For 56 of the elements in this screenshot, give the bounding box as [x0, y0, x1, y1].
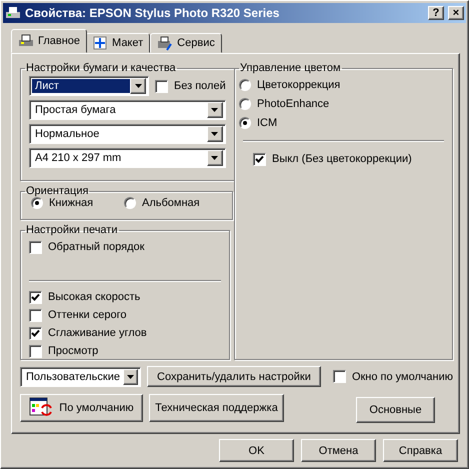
checkbox[interactable] [29, 308, 42, 322]
radio-label: Цветокоррекция [257, 79, 340, 91]
window-title: Свойства: EPSON Stylus Photo R320 Series [25, 6, 280, 20]
dropdown[interactable]: A4 210 x 297 mm [29, 148, 226, 168]
dialog-button[interactable]: Справка [383, 439, 458, 462]
dropdown-arrow-icon [211, 156, 218, 160]
checkbox[interactable] [29, 240, 42, 254]
radio-button[interactable] [124, 197, 136, 210]
checkbox[interactable] [332, 370, 346, 383]
group-title: Настройки печати [25, 224, 118, 236]
save-settings-button[interactable]: Сохранить/удалить настройки [147, 366, 321, 387]
tab[interactable]: Макет [85, 33, 150, 53]
radio-label: ICM [257, 117, 278, 129]
radio-button[interactable] [31, 197, 43, 210]
dropdown-arrow-icon [211, 108, 218, 112]
dropdown[interactable]: Лист [29, 76, 149, 96]
checkbox-label: Сглаживание углов [48, 327, 147, 339]
basic-button[interactable]: Основные [356, 397, 435, 423]
checkbox-label: Обратный порядок [48, 241, 144, 253]
checkbox-label: Оттенки серого [48, 309, 126, 321]
checkbox[interactable] [155, 80, 168, 92]
dropdown-arrow-icon [126, 374, 134, 378]
radio-label: Альбомная [142, 197, 200, 210]
printer-icon [18, 33, 34, 49]
checkbox-label: Окно по умолчанию [352, 370, 453, 382]
checkbox-label: Высокая скорость [48, 291, 140, 303]
checkbox-label: Просмотр [48, 345, 98, 357]
checkbox-label: Выкл (Без цветокоррекции) [272, 153, 412, 165]
dropdown[interactable]: Пользовательские [20, 366, 141, 386]
radio-label: Книжная [49, 197, 94, 210]
dialog-button[interactable]: OK [219, 439, 294, 462]
checkbox[interactable] [29, 326, 42, 340]
radio-button[interactable] [239, 117, 251, 129]
tab[interactable]: Сервис [150, 33, 222, 53]
radio-label: PhotoEnhance [257, 98, 330, 110]
group-title: Настройки бумаги и качества [25, 62, 177, 74]
printer-icon [5, 5, 21, 21]
help-button[interactable]: ? [428, 6, 444, 20]
radio-button[interactable] [239, 98, 251, 110]
checkbox[interactable] [29, 290, 42, 304]
defaults-button[interactable]: По умолчанию [20, 394, 143, 422]
checkbox[interactable] [253, 152, 266, 166]
checkbox[interactable] [29, 344, 42, 358]
dialog-button[interactable]: Отмена [301, 439, 376, 462]
checkbox-label: Без полей [174, 80, 226, 92]
dropdown-arrow-icon [134, 84, 142, 88]
dropdown[interactable]: Простая бумага [29, 100, 226, 120]
dropdown[interactable]: Нормальное [29, 124, 226, 144]
group-title: Ориентация [25, 185, 90, 198]
radio-button[interactable] [239, 79, 251, 91]
group-title: Управление цветом [239, 62, 342, 74]
tab[interactable]: Главное [11, 29, 88, 53]
reset-settings-icon [29, 397, 54, 419]
close-button[interactable]: × [448, 6, 464, 20]
dropdown-arrow-icon [211, 132, 218, 136]
support-button[interactable]: Техническая поддержка [149, 394, 284, 422]
